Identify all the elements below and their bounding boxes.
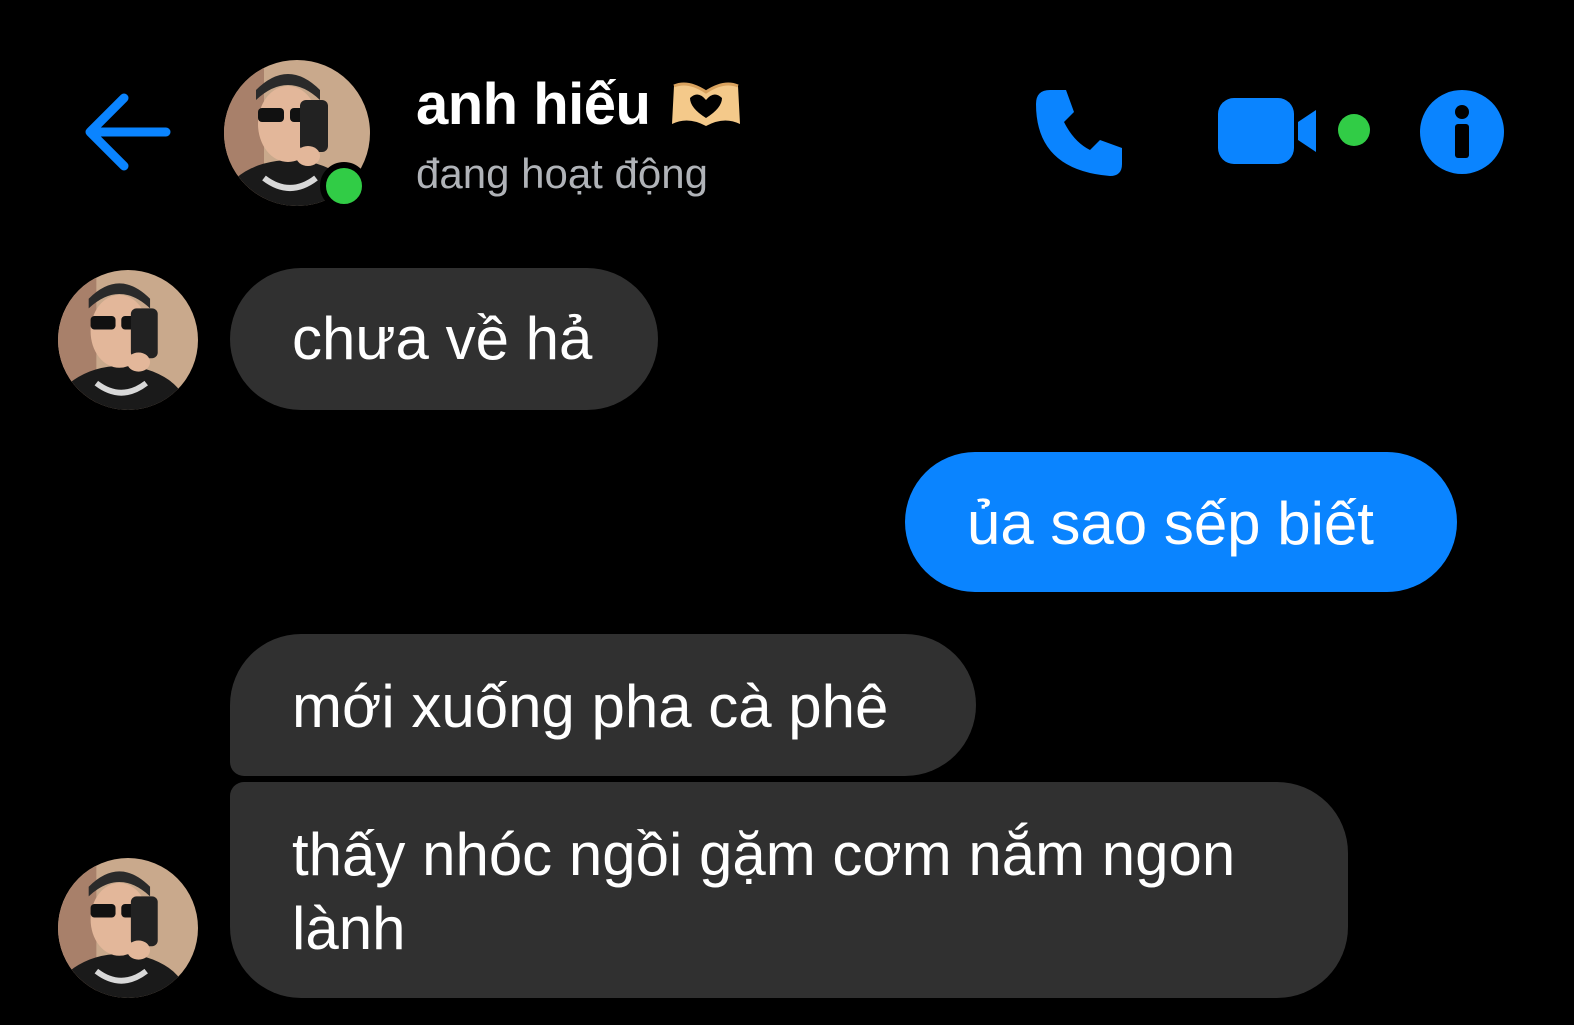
voice-call-button[interactable] (1030, 84, 1128, 182)
video-call-button[interactable] (1214, 96, 1374, 168)
incoming-message[interactable]: mới xuống pha cà phê (230, 634, 976, 776)
arrow-left-icon (85, 93, 171, 171)
outgoing-message[interactable]: ủa sao sếp biết (905, 452, 1457, 592)
video-camera-icon (1218, 98, 1370, 164)
message-avatar[interactable] (58, 270, 198, 410)
info-button[interactable] (1418, 88, 1506, 176)
online-status-dot (320, 162, 368, 210)
phone-icon (1036, 90, 1122, 176)
message-avatar[interactable] (58, 858, 198, 998)
info-icon (1420, 90, 1504, 174)
back-button[interactable] (80, 88, 172, 176)
contact-title: anh hiếu (416, 66, 744, 142)
incoming-message[interactable]: thấy nhóc ngồi gặm cơm nắm ngon lành (230, 782, 1348, 998)
heart-hands-emoji (668, 76, 744, 132)
contact-name: anh hiếu (416, 71, 651, 137)
presence-status: đang hoạt động (416, 150, 708, 197)
incoming-message[interactable]: chưa về hả (230, 268, 658, 410)
